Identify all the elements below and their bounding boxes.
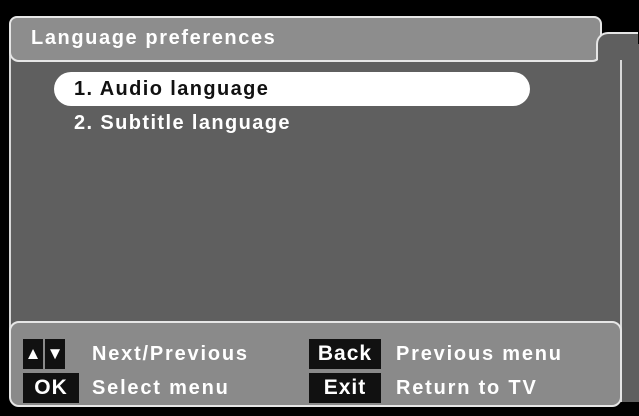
exit-key[interactable]: Exit: [309, 373, 381, 403]
menu-item-audio-language[interactable]: 1. Audio language: [54, 72, 530, 106]
back-key[interactable]: Back: [309, 339, 381, 369]
panel-edge: [620, 44, 639, 402]
exit-hint: Return to TV: [396, 377, 538, 399]
ok-hint: Select menu: [92, 377, 230, 399]
back-hint: Previous menu: [396, 343, 563, 365]
nav-hint: Next/Previous: [92, 343, 249, 365]
page-title: Language preferences: [31, 27, 277, 49]
tv-menu-screen: Language preferences 1. Audio language 2…: [0, 0, 639, 416]
menu-item-subtitle-language[interactable]: 2. Subtitle language: [54, 108, 530, 138]
ok-key[interactable]: OK: [23, 373, 79, 403]
title-bar-tail: [596, 32, 638, 60]
up-arrow-key-icon[interactable]: ▲: [23, 339, 43, 369]
down-arrow-key-icon[interactable]: ▼: [45, 339, 65, 369]
